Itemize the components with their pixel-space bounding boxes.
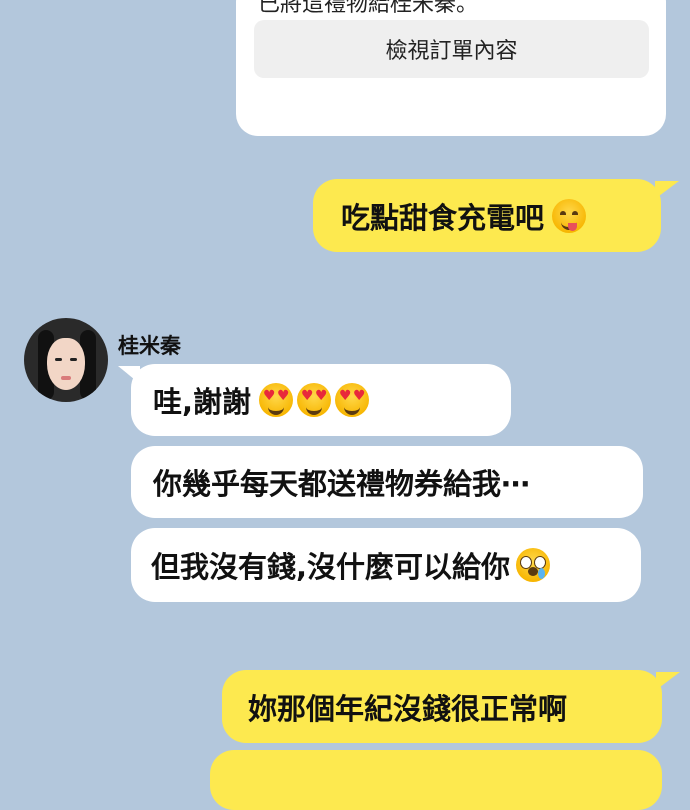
message-bubble-outgoing [210,750,662,810]
message-bubble-outgoing: 吃點甜食充電吧 [313,179,661,252]
heart-eyes-icon: ♥ ♥ [335,383,370,417]
pleading-face-icon [516,548,551,582]
message-bubble-incoming: 你幾乎每天都送禮物券給我⋯ [131,446,643,518]
sender-name: 桂米秦 [118,334,181,358]
message-bubble-incoming: 但我沒有錢,沒什麼可以給你 [131,528,641,602]
heart-eyes-icon: ♥ ♥ [259,383,294,417]
bubble-tail [655,181,679,199]
message-bubble-incoming: 哇,謝謝 ♥ ♥ ♥ ♥ ♥ ♥ [131,364,511,436]
avatar[interactable] [24,318,108,402]
message-bubble-outgoing: 妳那個年紀沒錢很正常啊 [222,670,662,743]
message-text: 吃點甜食充電吧 [341,200,545,235]
message-text: 哇,謝謝 [153,385,252,419]
bubble-tail [118,366,140,384]
message-text: 妳那個年紀沒錢很正常啊 [248,691,568,726]
face-savoring-food-icon [552,198,587,233]
gift-message: 已將這禮物給桂米秦。 [258,0,479,17]
bubble-tail [656,672,680,690]
message-text: 但我沒有錢,沒什麼可以給你 [151,550,511,584]
view-order-button[interactable]: 檢視訂單內容 [254,20,649,78]
message-text: 你幾乎每天都送禮物券給我⋯ [153,467,531,501]
heart-eyes-icon: ♥ ♥ [297,383,332,417]
